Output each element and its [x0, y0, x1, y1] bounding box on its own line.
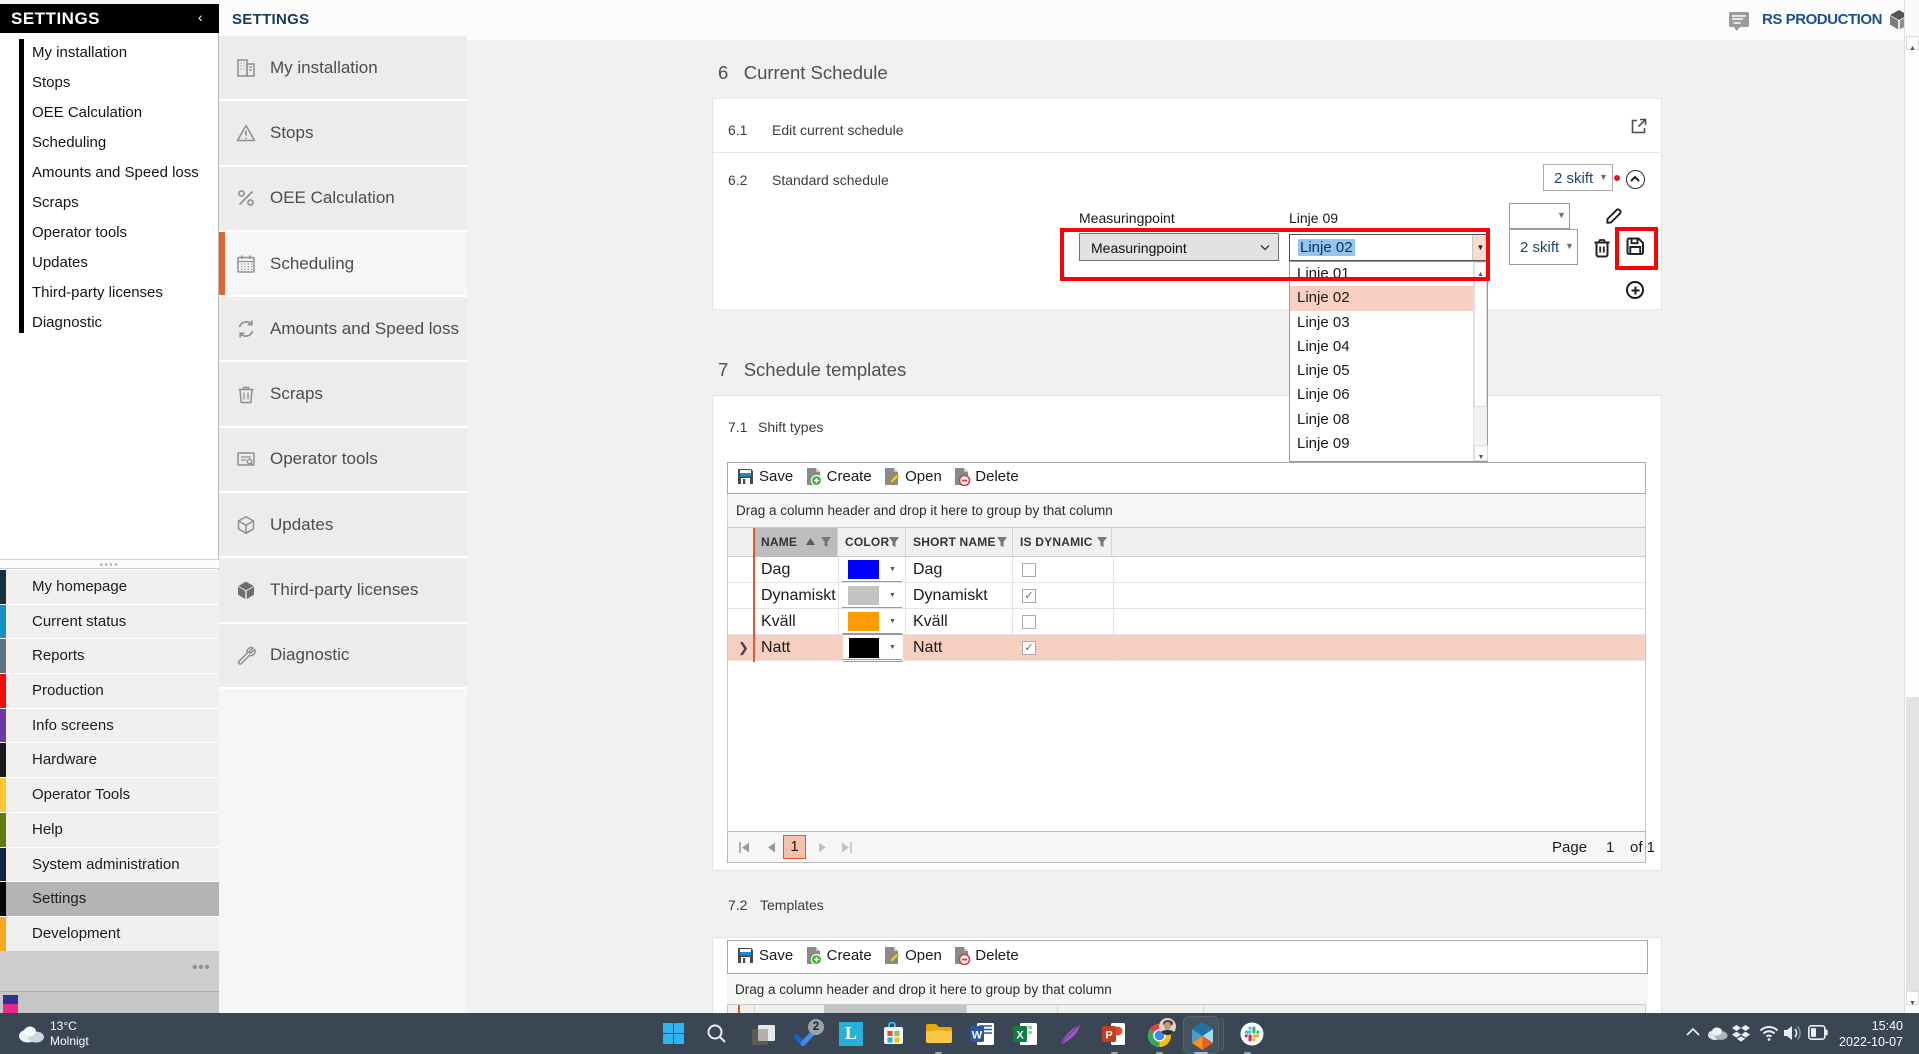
svg-text:X: X — [1016, 1030, 1024, 1042]
svg-text:P: P — [1105, 1030, 1112, 1042]
svg-text:W: W — [972, 1030, 983, 1042]
